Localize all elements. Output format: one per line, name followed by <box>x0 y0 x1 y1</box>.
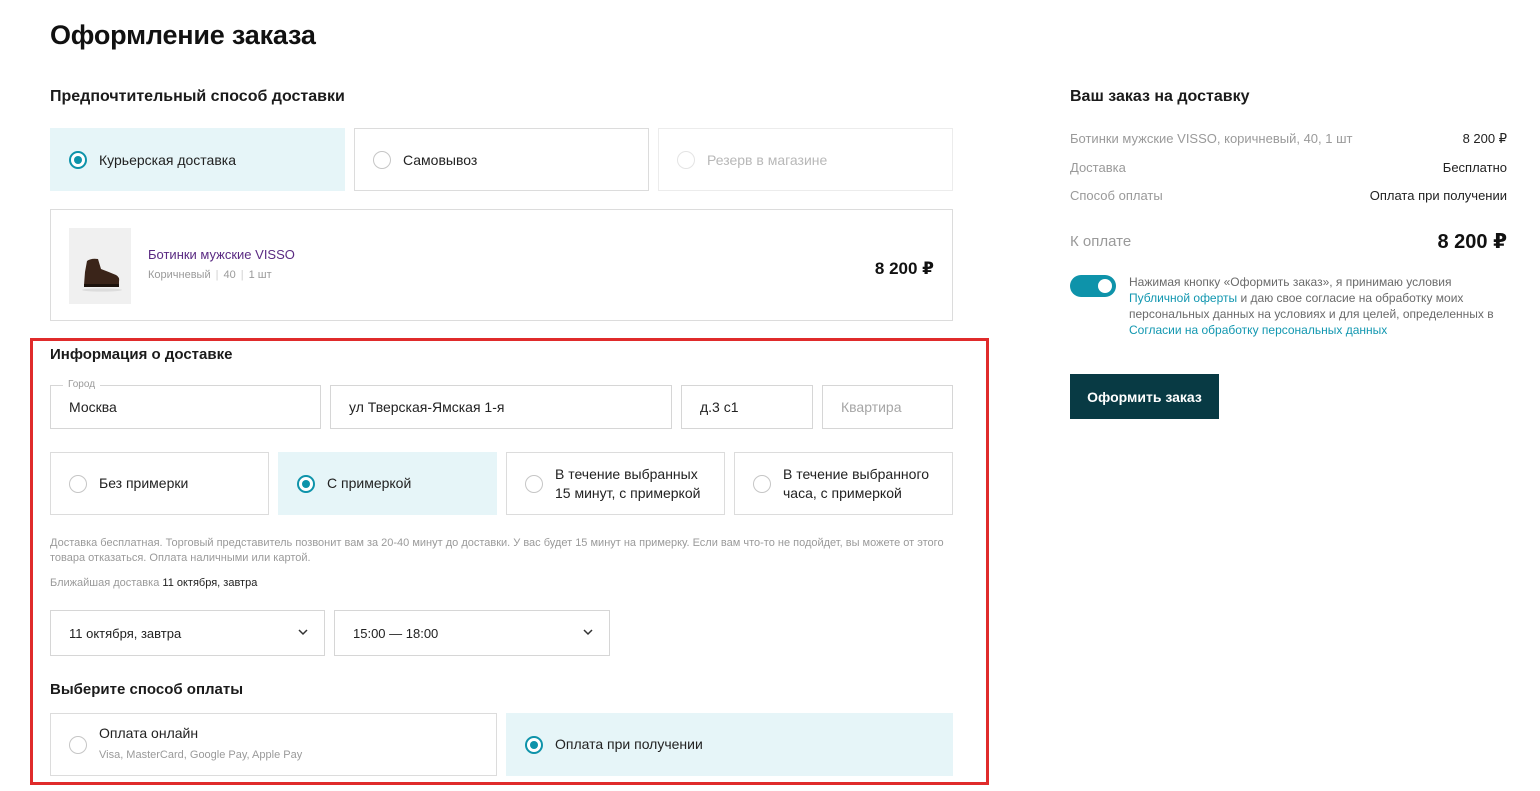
meta-divider: | <box>215 269 219 281</box>
summary-total-row: К оплате 8 200 ₽ <box>1070 229 1507 254</box>
personal-data-link[interactable]: Согласии на обработку персональных данны… <box>1129 323 1387 337</box>
fitting-option-hour[interactable]: В течение выбранного часа, с примеркой <box>734 452 953 515</box>
summary-item-price: 8 200 ₽ <box>1462 131 1507 146</box>
summary-payment-value: Оплата при получении <box>1369 188 1507 203</box>
product-card: Ботинки мужские VISSO Коричневый | 40 | 1 шт… <box>50 209 953 321</box>
boot-icon <box>69 228 131 304</box>
radio-checked-icon <box>297 474 315 493</box>
apartment-field[interactable]: Квартира <box>822 385 953 429</box>
delivery-option-label: Резерв в магазине <box>707 151 828 168</box>
toggle-knob <box>1098 279 1112 293</box>
fitting-option-with[interactable]: С примеркой <box>278 452 497 515</box>
summary-payment-row: Способ оплаты Оплата при получении <box>1070 188 1507 203</box>
delivery-note: Доставка бесплатная. Торговый представит… <box>50 537 944 564</box>
summary-payment-label: Способ оплаты <box>1070 188 1163 203</box>
consent-text-1: Нажимая кнопку «Оформить заказ», я прини… <box>1129 275 1452 289</box>
fitting-option-15min[interactable]: В течение выбранных 15 минут, с примерко… <box>506 452 725 515</box>
product-meta: Коричневый | 40 | 1 шт <box>148 269 272 281</box>
delivery-time-select[interactable]: 15:00 — 18:00 <box>334 610 610 656</box>
delivery-date-value: 11 октября, завтра <box>69 625 182 641</box>
radio-unchecked-icon <box>69 474 87 493</box>
product-name-link[interactable]: Ботинки мужские VISSO <box>148 247 295 262</box>
apartment-placeholder: Квартира <box>841 399 902 415</box>
payment-option-label: Оплата при получении <box>555 736 703 752</box>
product-qty: 1 шт <box>248 269 272 281</box>
radio-checked-icon <box>69 150 87 169</box>
summary-delivery-label: Доставка <box>1070 160 1126 175</box>
product-color: Коричневый <box>148 269 211 281</box>
product-image[interactable] <box>69 228 131 304</box>
delivery-method-title: Предпочтительный способ доставки <box>50 88 345 105</box>
fitting-option-label: В течение выбранных 15 минут, с примерко… <box>555 465 701 501</box>
chevron-down-icon <box>583 629 593 636</box>
radio-checked-icon <box>525 735 543 754</box>
street-field[interactable]: ул Тверская-Ямская 1-я <box>330 385 672 429</box>
fitting-option-label: Без примерки <box>99 475 189 491</box>
summary-item-label: Ботинки мужские VISSO, коричневый, 40, 1… <box>1070 131 1353 146</box>
summary-item-row: Ботинки мужские VISSO, коричневый, 40, 1… <box>1070 131 1507 147</box>
summary-total-label: К оплате <box>1070 233 1132 250</box>
meta-divider: | <box>240 269 244 281</box>
consent-text: Нажимая кнопку «Оформить заказ», я прини… <box>1129 274 1509 338</box>
payment-option-sub: Visa, MasterCard, Google Pay, Apple Pay <box>99 749 303 761</box>
street-value: ул Тверская-Ямская 1-я <box>349 399 505 415</box>
offer-link[interactable]: Публичной оферты <box>1129 291 1237 305</box>
place-order-button[interactable]: Оформить заказ <box>1070 374 1219 419</box>
nearest-delivery: Ближайшая доставка 11 октября, завтра <box>50 577 257 589</box>
summary-delivery-value: Бесплатно <box>1442 160 1507 175</box>
delivery-option-reserve: Резерв в магазине <box>658 128 953 191</box>
city-field-label: Город <box>63 379 101 390</box>
fitting-option-label: С примеркой <box>327 475 412 491</box>
payment-option-online[interactable]: Оплата онлайн Visa, MasterCard, Google P… <box>50 713 497 776</box>
consent-toggle[interactable] <box>1070 275 1116 297</box>
delivery-option-label: Самовывоз <box>403 151 478 168</box>
payment-title: Выберите способ оплаты <box>50 681 244 698</box>
nearest-delivery-label: Ближайшая доставка <box>50 577 160 589</box>
radio-unchecked-icon <box>373 150 391 169</box>
fitting-option-label: В течение выбранного часа, с примеркой <box>783 465 930 501</box>
house-value: д.3 с1 <box>700 399 739 415</box>
payment-option-on-delivery[interactable]: Оплата при получении <box>506 713 953 776</box>
payment-option-label: Оплата онлайн <box>99 725 199 741</box>
summary-delivery-row: Доставка Бесплатно <box>1070 160 1507 175</box>
house-field[interactable]: д.3 с1 <box>681 385 813 429</box>
delivery-option-courier[interactable]: Курьерская доставка <box>50 128 345 191</box>
delivery-option-label: Курьерская доставка <box>99 151 236 168</box>
radio-unchecked-icon <box>677 150 695 169</box>
delivery-date-select[interactable]: 11 октября, завтра <box>50 610 325 656</box>
radio-unchecked-icon <box>69 735 87 754</box>
chevron-down-icon <box>298 629 308 636</box>
product-size: 40 <box>223 269 236 281</box>
summary-total-value: 8 200 ₽ <box>1437 231 1507 253</box>
city-field[interactable]: Город Москва <box>50 379 321 429</box>
page-title: Оформление заказа <box>50 20 316 50</box>
summary-title: Ваш заказ на доставку <box>1070 88 1250 105</box>
product-price: 8 200 ₽ <box>874 259 934 278</box>
radio-unchecked-icon <box>525 474 543 493</box>
fitting-option-none[interactable]: Без примерки <box>50 452 269 515</box>
delivery-info-title: Информация о доставке <box>50 346 233 363</box>
nearest-delivery-value: 11 октября, завтра <box>162 577 258 589</box>
city-value: Москва <box>69 399 117 415</box>
delivery-option-pickup[interactable]: Самовывоз <box>354 128 649 191</box>
payment-option-text: Оплата онлайн Visa, MasterCard, Google P… <box>99 724 302 765</box>
radio-unchecked-icon <box>753 474 771 493</box>
delivery-time-value: 15:00 — 18:00 <box>353 625 439 641</box>
